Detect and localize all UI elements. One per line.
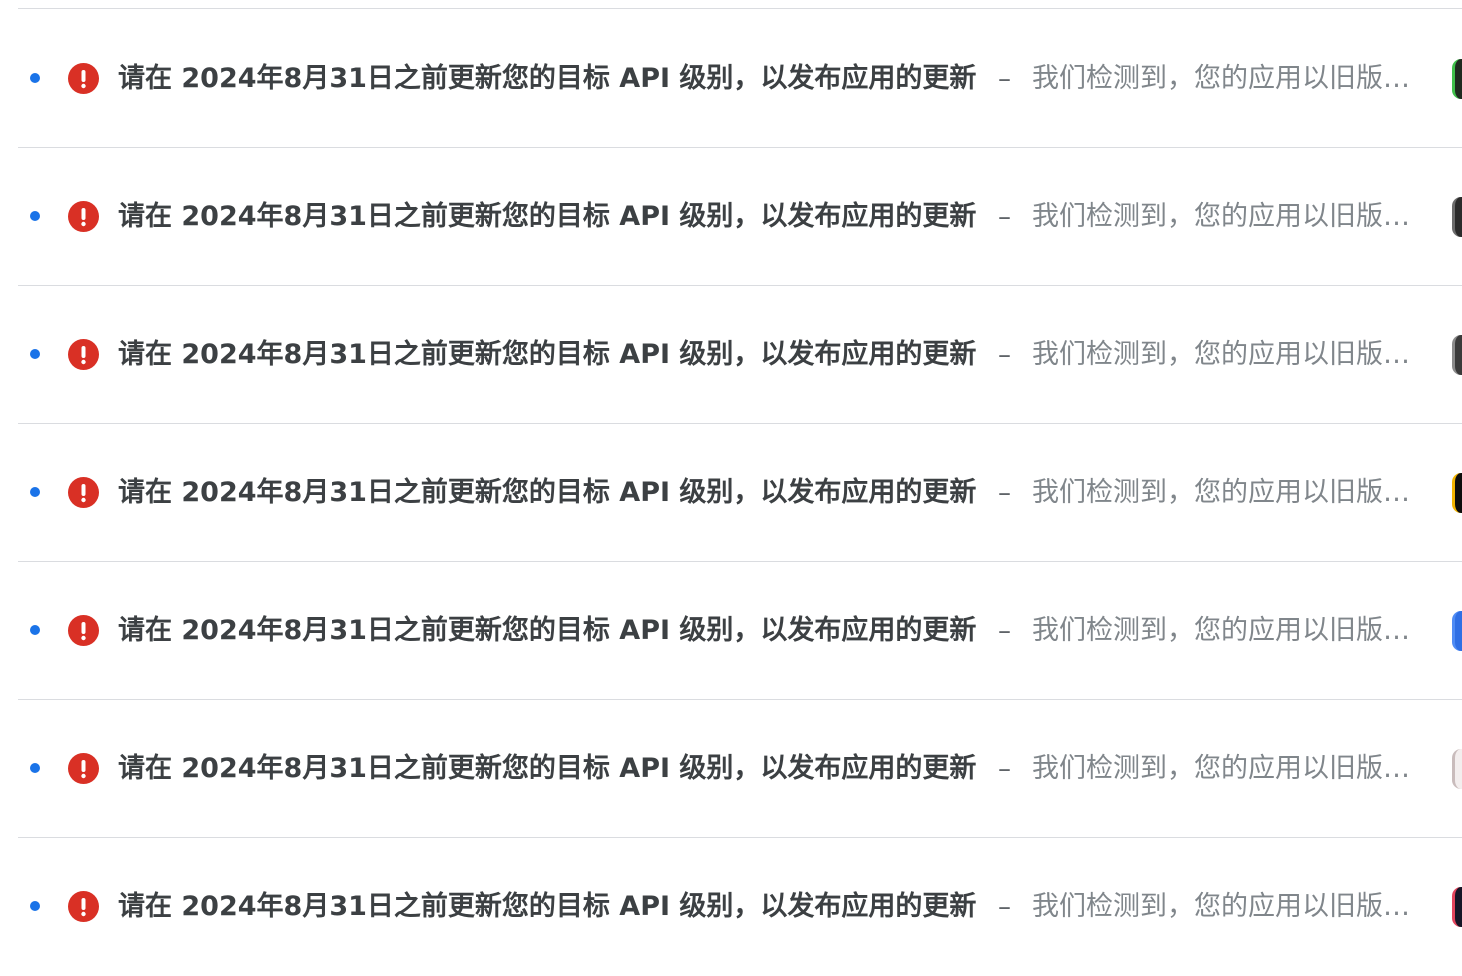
list-top-divider bbox=[18, 8, 1462, 9]
app-thumbnail-icon bbox=[1452, 335, 1462, 375]
subject-separator: – bbox=[998, 64, 1011, 94]
unread-dot-icon bbox=[30, 349, 40, 359]
app-thumbnail-icon bbox=[1452, 473, 1462, 513]
subject-separator: – bbox=[998, 340, 1011, 370]
message-snippet: 我们检测到，您的应用以旧版本... bbox=[1032, 63, 1422, 94]
app-thumbnail-icon bbox=[1452, 749, 1462, 789]
message-row[interactable]: 请在 2024年8月31日之前更新您的目标 API 级别，以发布应用的更新 – … bbox=[18, 424, 1462, 562]
error-alert-icon bbox=[68, 615, 99, 646]
message-list: 请在 2024年8月31日之前更新您的目标 API 级别，以发布应用的更新 – … bbox=[0, 0, 1462, 972]
subject-separator: – bbox=[998, 892, 1011, 922]
error-alert-icon bbox=[68, 891, 99, 922]
app-thumbnail-icon bbox=[1452, 611, 1462, 651]
message-row[interactable]: 请在 2024年8月31日之前更新您的目标 API 级别，以发布应用的更新 – … bbox=[18, 838, 1462, 976]
app-thumbnail-icon bbox=[1452, 887, 1462, 927]
unread-dot-icon bbox=[30, 211, 40, 221]
unread-dot-icon bbox=[30, 625, 40, 635]
message-row[interactable]: 请在 2024年8月31日之前更新您的目标 API 级别，以发布应用的更新 – … bbox=[18, 286, 1462, 424]
message-snippet: 我们检测到，您的应用以旧版本... bbox=[1032, 615, 1422, 646]
message-snippet: 我们检测到，您的应用以旧版本... bbox=[1032, 753, 1422, 784]
message-subject: 请在 2024年8月31日之前更新您的目标 API 级别，以发布应用的更新 bbox=[118, 891, 977, 922]
error-alert-icon bbox=[68, 753, 99, 784]
message-row[interactable]: 请在 2024年8月31日之前更新您的目标 API 级别，以发布应用的更新 – … bbox=[18, 10, 1462, 148]
app-thumbnail-icon bbox=[1452, 197, 1462, 237]
message-subject: 请在 2024年8月31日之前更新您的目标 API 级别，以发布应用的更新 bbox=[118, 477, 977, 508]
unread-dot-icon bbox=[30, 763, 40, 773]
message-snippet: 我们检测到，您的应用以旧版本... bbox=[1032, 891, 1422, 922]
subject-separator: – bbox=[998, 478, 1011, 508]
app-thumbnail-icon bbox=[1452, 59, 1462, 99]
unread-dot-icon bbox=[30, 487, 40, 497]
message-row[interactable]: 请在 2024年8月31日之前更新您的目标 API 级别，以发布应用的更新 – … bbox=[18, 562, 1462, 700]
message-snippet: 我们检测到，您的应用以旧版本... bbox=[1032, 477, 1422, 508]
message-row[interactable]: 请在 2024年8月31日之前更新您的目标 API 级别，以发布应用的更新 – … bbox=[18, 700, 1462, 838]
unread-dot-icon bbox=[30, 901, 40, 911]
unread-dot-icon bbox=[30, 73, 40, 83]
subject-separator: – bbox=[998, 754, 1011, 784]
message-subject: 请在 2024年8月31日之前更新您的目标 API 级别，以发布应用的更新 bbox=[118, 63, 977, 94]
message-snippet: 我们检测到，您的应用以旧版本... bbox=[1032, 339, 1422, 370]
subject-separator: – bbox=[998, 616, 1011, 646]
message-row[interactable]: 请在 2024年8月31日之前更新您的目标 API 级别，以发布应用的更新 – … bbox=[18, 148, 1462, 286]
message-subject: 请在 2024年8月31日之前更新您的目标 API 级别，以发布应用的更新 bbox=[118, 615, 977, 646]
message-subject: 请在 2024年8月31日之前更新您的目标 API 级别，以发布应用的更新 bbox=[118, 201, 977, 232]
message-subject: 请在 2024年8月31日之前更新您的目标 API 级别，以发布应用的更新 bbox=[118, 339, 977, 370]
error-alert-icon bbox=[68, 477, 99, 508]
message-snippet: 我们检测到，您的应用以旧版本... bbox=[1032, 201, 1422, 232]
error-alert-icon bbox=[68, 339, 99, 370]
error-alert-icon bbox=[68, 201, 99, 232]
error-alert-icon bbox=[68, 63, 99, 94]
subject-separator: – bbox=[998, 202, 1011, 232]
message-subject: 请在 2024年8月31日之前更新您的目标 API 级别，以发布应用的更新 bbox=[118, 753, 977, 784]
